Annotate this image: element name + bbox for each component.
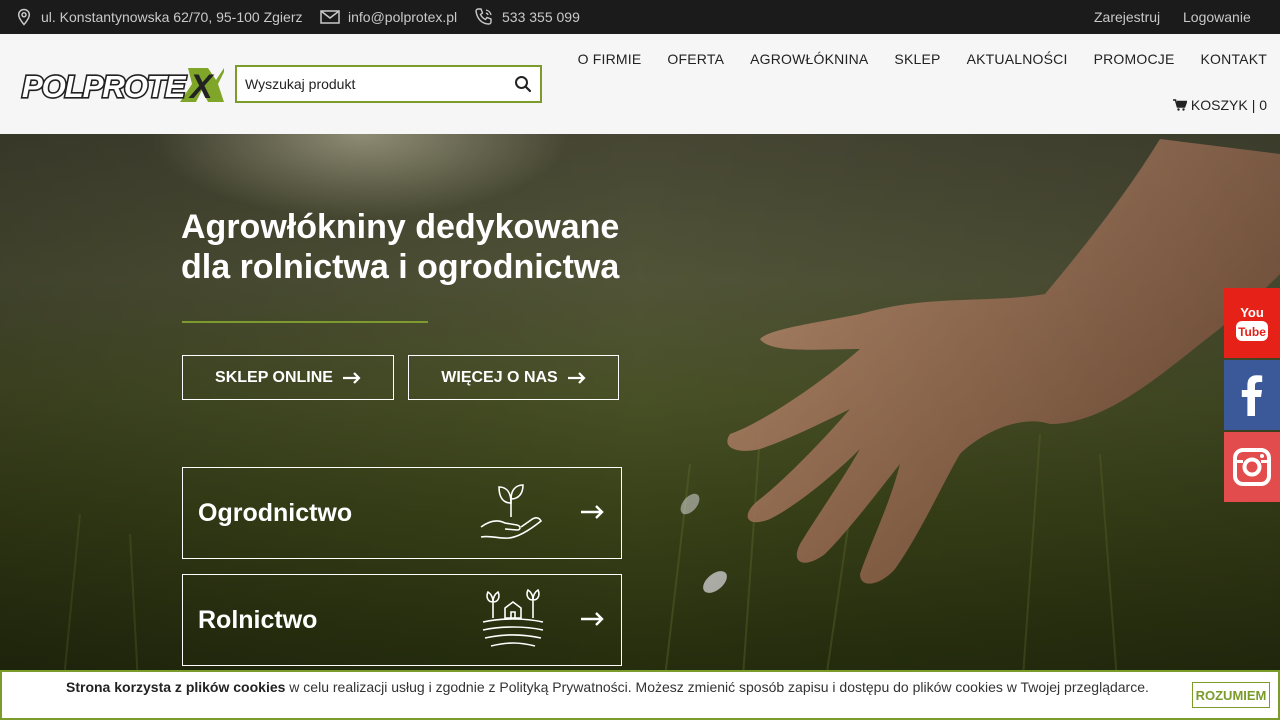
phone-icon xyxy=(475,8,492,25)
svg-text:Tube: Tube xyxy=(1238,325,1266,339)
cart-count: | 0 xyxy=(1251,97,1267,113)
arrow-right-icon xyxy=(581,612,604,626)
cookie-bar: Strona korzysta z plików cookies w celu … xyxy=(0,670,1280,720)
cart-icon xyxy=(1172,99,1187,111)
youtube-icon: You Tube xyxy=(1236,305,1268,341)
gardening-card[interactable]: Ogrodnictwo xyxy=(182,467,622,559)
nav-kontakt[interactable]: KONTAKT xyxy=(1201,51,1267,67)
farm-field-icon xyxy=(482,588,544,647)
nav-o-firmie[interactable]: O FIRMIE xyxy=(578,51,642,67)
nav-promocje[interactable]: PROMOCJE xyxy=(1094,51,1175,67)
shop-online-label: SKLEP ONLINE xyxy=(215,368,333,386)
instagram-icon xyxy=(1233,448,1271,486)
facebook-link[interactable] xyxy=(1224,360,1280,430)
cart-link[interactable]: KOSZYK | 0 xyxy=(1172,97,1267,113)
location-pin-icon xyxy=(17,8,31,26)
arrow-right-icon xyxy=(567,371,586,384)
cart-label: KOSZYK xyxy=(1190,97,1248,113)
gardening-label: Ogrodnictwo xyxy=(198,499,353,527)
about-us-button[interactable]: WIĘCEJ O NAS xyxy=(408,355,619,400)
shop-online-button[interactable]: SKLEP ONLINE xyxy=(182,355,394,400)
envelope-icon xyxy=(320,10,340,24)
search-icon[interactable] xyxy=(506,67,540,101)
email-item[interactable]: info@polprotex.pl xyxy=(320,0,457,34)
hero-title-line2: dla rolnictwa i ogrodnictwa xyxy=(181,248,620,286)
search-input[interactable] xyxy=(237,67,506,101)
login-link[interactable]: Logowanie xyxy=(1183,0,1251,34)
address-item: ul. Konstantynowska 62/70, 95-100 Zgierz xyxy=(15,0,303,34)
farming-card[interactable]: Rolnictwo xyxy=(182,574,622,666)
hero-divider xyxy=(182,321,428,323)
sprout-in-hand-icon xyxy=(480,484,543,539)
phone-link[interactable]: 533 355 099 xyxy=(502,9,580,25)
top-bar: ul. Konstantynowska 62/70, 95-100 Zgierz… xyxy=(0,0,1280,34)
cookie-message-text: w celu realizacji usług i zgodnie z Poli… xyxy=(285,679,1149,695)
arrow-right-icon xyxy=(581,505,604,519)
svg-text:X: X xyxy=(188,68,215,106)
email-link[interactable]: info@polprotex.pl xyxy=(348,9,457,25)
arrow-right-icon xyxy=(342,371,361,384)
cookie-message: Strona korzysta z plików cookies w celu … xyxy=(66,678,1176,696)
nav-oferta[interactable]: OFERTA xyxy=(667,51,724,67)
site-header: POLPROTE X O FIRMIE OFERTA AGROWŁÓKNINA … xyxy=(0,34,1280,134)
main-nav: O FIRMIE OFERTA AGROWŁÓKNINA SKLEP AKTUA… xyxy=(578,51,1267,67)
svg-text:You: You xyxy=(1240,305,1264,320)
nav-agrowloknina[interactable]: AGROWŁÓKNINA xyxy=(750,51,868,67)
hero-title-line1: Agrowłókniny dedykowane xyxy=(181,208,620,246)
hero-title: Agrowłókniny dedykowane dla rolnictwa i … xyxy=(181,207,651,287)
cookie-accept-button[interactable]: ROZUMIEM xyxy=(1192,682,1270,708)
facebook-icon xyxy=(1241,375,1263,416)
hero-banner: Agrowłókniny dedykowane dla rolnictwa i … xyxy=(0,134,1280,720)
polprotex-logo[interactable]: POLPROTE X xyxy=(20,62,224,108)
address-text: ul. Konstantynowska 62/70, 95-100 Zgierz xyxy=(41,9,303,25)
youtube-link[interactable]: You Tube xyxy=(1224,288,1280,358)
register-link[interactable]: Zarejestruj xyxy=(1094,0,1160,34)
cookie-message-bold: Strona korzysta z plików cookies xyxy=(66,679,286,695)
svg-text:POLPROTE: POLPROTE xyxy=(22,69,187,104)
search-box xyxy=(235,65,542,103)
about-us-label: WIĘCEJ O NAS xyxy=(441,368,558,386)
nav-sklep[interactable]: SKLEP xyxy=(894,51,940,67)
instagram-link[interactable] xyxy=(1224,432,1280,502)
farming-label: Rolnictwo xyxy=(198,606,318,634)
phone-item[interactable]: 533 355 099 xyxy=(474,0,580,34)
nav-aktualnosci[interactable]: AKTUALNOŚCI xyxy=(967,51,1068,67)
